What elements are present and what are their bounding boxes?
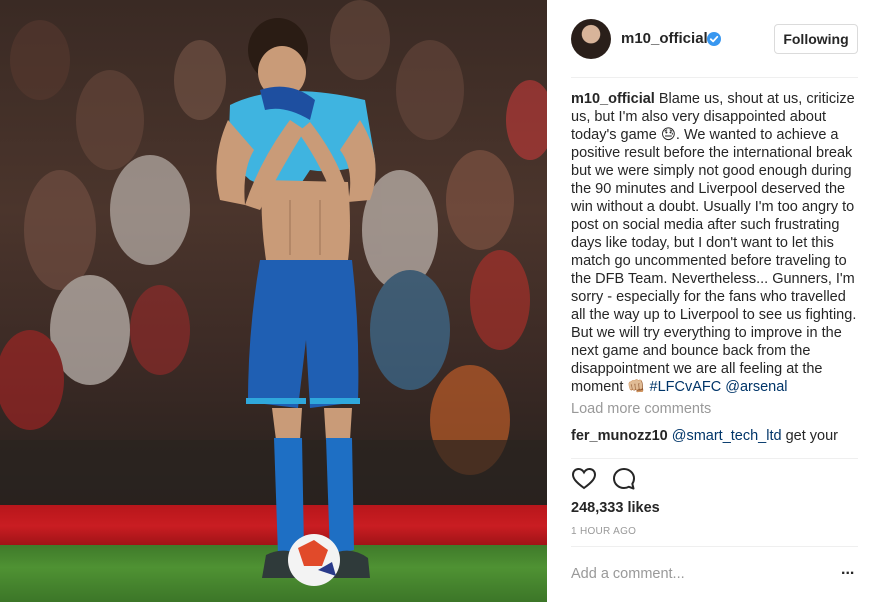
following-button[interactable]: Following (774, 24, 858, 54)
mention-link[interactable]: @arsenal (725, 379, 787, 395)
speech-bubble-icon[interactable] (611, 466, 637, 492)
heart-icon[interactable] (571, 466, 597, 492)
header-divider (571, 77, 858, 78)
hashtag-link[interactable]: #LFCvAFC (650, 379, 722, 395)
likes-count[interactable]: 248,333 likes (571, 500, 660, 516)
verified-badge-icon (707, 32, 721, 46)
comment-mention-link[interactable]: @smart_tech_ltd (672, 428, 782, 444)
post-header: m10_official Following (547, 0, 881, 78)
comment-divider (571, 546, 858, 547)
avatar[interactable] (571, 19, 611, 59)
post-photo[interactable] (0, 0, 547, 602)
actions-divider (571, 458, 858, 459)
caption-username[interactable]: m10_official (571, 91, 655, 107)
post-timestamp[interactable]: 1 HOUR AGO (571, 526, 636, 537)
username-link[interactable]: m10_official (621, 30, 708, 47)
caption: m10_official Blame us, shout at us, crit… (571, 90, 861, 396)
comments-list[interactable]: m10_official Blame us, shout at us, crit… (571, 90, 861, 458)
more-options-icon[interactable]: ... (841, 562, 859, 582)
add-comment-input[interactable] (571, 563, 821, 585)
caption-text: Blame us, shout at us, criticize us, but… (571, 91, 857, 395)
post-panel: m10_official Following m10_official Blam… (547, 0, 881, 602)
comment-username[interactable]: fer_munozz10 (571, 428, 668, 444)
comment: fer_munozz10 @smart_tech_ltd get your (571, 427, 861, 445)
comment-text: get your (781, 428, 838, 444)
load-more-comments-button[interactable]: Load more comments (571, 401, 861, 417)
player-figure (216, 18, 376, 586)
